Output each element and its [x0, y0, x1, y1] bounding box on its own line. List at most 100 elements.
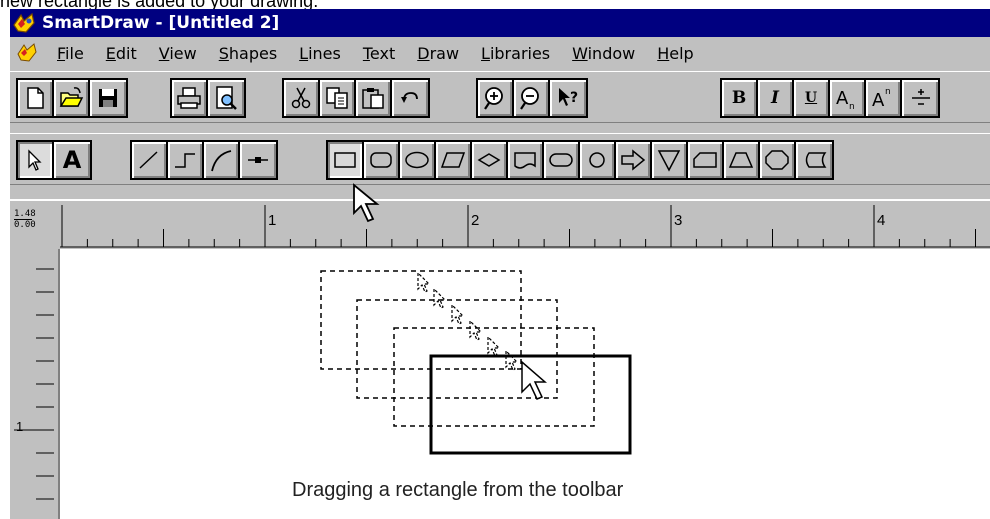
vertical-ruler-ticks: 1 — [14, 268, 54, 500]
elbow-line-icon — [175, 153, 195, 168]
connector-button[interactable] — [240, 142, 276, 178]
menu-edit[interactable]: Edit — [95, 44, 148, 63]
open-button[interactable] — [54, 80, 90, 116]
edit-button-group — [282, 78, 430, 118]
document-control-icon[interactable] — [16, 42, 38, 64]
line-button[interactable] — [132, 142, 168, 178]
pointer-button[interactable] — [18, 142, 54, 178]
zoom-out-icon — [520, 87, 539, 110]
italic-icon: I — [771, 88, 779, 108]
menu-window[interactable]: Window — [561, 44, 646, 63]
rectangle-icon — [334, 152, 356, 168]
shapes-toolbar: A — [10, 133, 990, 185]
menu-text[interactable]: Text — [352, 44, 406, 63]
open-icon — [59, 87, 84, 107]
drawing-canvas[interactable]: Dragging a rectangle from the toolbar — [60, 249, 990, 519]
text-tool-button[interactable]: A — [54, 142, 90, 178]
diamond-button[interactable] — [472, 142, 508, 178]
line-icon — [139, 151, 158, 169]
bold-icon: B — [731, 88, 747, 108]
undo-button[interactable] — [392, 80, 428, 116]
ruler-label: 2 — [471, 212, 479, 229]
cut-icon — [291, 87, 311, 109]
pointer-icon — [28, 149, 42, 171]
print-preview-icon — [216, 86, 237, 110]
rounded-rectangle-button[interactable] — [364, 142, 400, 178]
new-icon — [27, 87, 44, 109]
title-bar[interactable]: SmartDraw - [Untitled 2] — [10, 9, 990, 37]
ruler-ticks: 1 2 3 4 — [60, 205, 990, 248]
subscript-icon: An — [836, 88, 855, 112]
menu-draw-label: Draw — [417, 43, 460, 63]
document-icon — [514, 152, 536, 169]
copy-button[interactable] — [320, 80, 356, 116]
card-button[interactable] — [688, 142, 724, 178]
menu-shapes-label: Shapes — [218, 43, 278, 63]
print-preview-button[interactable] — [208, 80, 244, 116]
canvas-caption: Dragging a rectangle from the toolbar — [292, 479, 624, 501]
save-button[interactable] — [90, 80, 126, 116]
trapezoid-button[interactable] — [724, 142, 760, 178]
menu-window-label: Window — [572, 43, 636, 63]
rectangle-button[interactable] — [328, 142, 364, 178]
menu-draw[interactable]: Draw — [406, 44, 470, 63]
cut-button[interactable] — [284, 80, 320, 116]
storage-button[interactable] — [796, 142, 832, 178]
italic-button[interactable]: I — [758, 80, 794, 116]
octagon-button[interactable] — [760, 142, 796, 178]
storage-icon — [805, 152, 827, 168]
bold-button[interactable]: B — [722, 80, 758, 116]
menu-libraries[interactable]: Libraries — [470, 44, 561, 63]
select-tool-group: A — [16, 140, 92, 180]
context-help-button[interactable]: ? — [550, 80, 586, 116]
new-button[interactable] — [18, 80, 54, 116]
octagon-icon — [765, 150, 789, 170]
window-title: SmartDraw - [Untitled 2] — [42, 13, 280, 33]
underline-button[interactable]: U — [794, 80, 830, 116]
ellipse-button[interactable] — [400, 142, 436, 178]
menu-view[interactable]: View — [148, 44, 208, 63]
circle-button[interactable] — [580, 142, 616, 178]
print-button[interactable] — [172, 80, 208, 116]
zoom-in-button[interactable] — [478, 80, 514, 116]
menu-help[interactable]: Help — [646, 44, 704, 63]
terminator-icon — [549, 153, 573, 167]
document-shape-button[interactable] — [508, 142, 544, 178]
menu-file[interactable]: File — [46, 44, 95, 63]
superscript-button[interactable]: An — [866, 80, 902, 116]
drag-cursor-icon — [521, 360, 548, 400]
fraction-icon — [912, 89, 930, 105]
mouse-pointer-icon — [353, 183, 380, 223]
rounded-rectangle-icon — [370, 152, 392, 168]
curve-button[interactable] — [204, 142, 240, 178]
text-format-group: B I U An An — [720, 78, 940, 118]
subscript-button[interactable]: An — [830, 80, 866, 116]
superscript-icon: An — [872, 87, 891, 111]
zoom-out-button[interactable] — [514, 80, 550, 116]
menu-lines[interactable]: Lines — [288, 44, 352, 63]
curve-icon — [211, 150, 232, 172]
zoom-button-group: ? — [476, 78, 588, 118]
text-tool-icon: A — [62, 146, 82, 174]
diamond-icon — [477, 153, 501, 167]
svg-text:A: A — [872, 90, 885, 111]
fraction-button[interactable] — [902, 80, 938, 116]
line-tool-group — [130, 140, 278, 180]
svg-text:?: ? — [570, 90, 578, 106]
elbow-line-button[interactable] — [168, 142, 204, 178]
parallelogram-button[interactable] — [436, 142, 472, 178]
menu-text-label: Text — [362, 43, 396, 63]
paste-icon — [362, 88, 384, 109]
paste-button[interactable] — [356, 80, 392, 116]
underline-icon: U — [804, 90, 818, 106]
menu-shapes[interactable]: Shapes — [208, 44, 288, 63]
arrow-shape-button[interactable] — [616, 142, 652, 178]
shape-tool-group — [326, 140, 834, 180]
ruler-label: 1 — [268, 212, 276, 229]
terminator-button[interactable] — [544, 142, 580, 178]
triangle-button[interactable] — [652, 142, 688, 178]
smartdraw-window: SmartDraw - [Untitled 2] File Edit View … — [10, 9, 990, 519]
svg-text:n: n — [885, 87, 891, 97]
smartdraw-logo-icon — [13, 12, 35, 33]
circle-icon — [589, 152, 605, 168]
